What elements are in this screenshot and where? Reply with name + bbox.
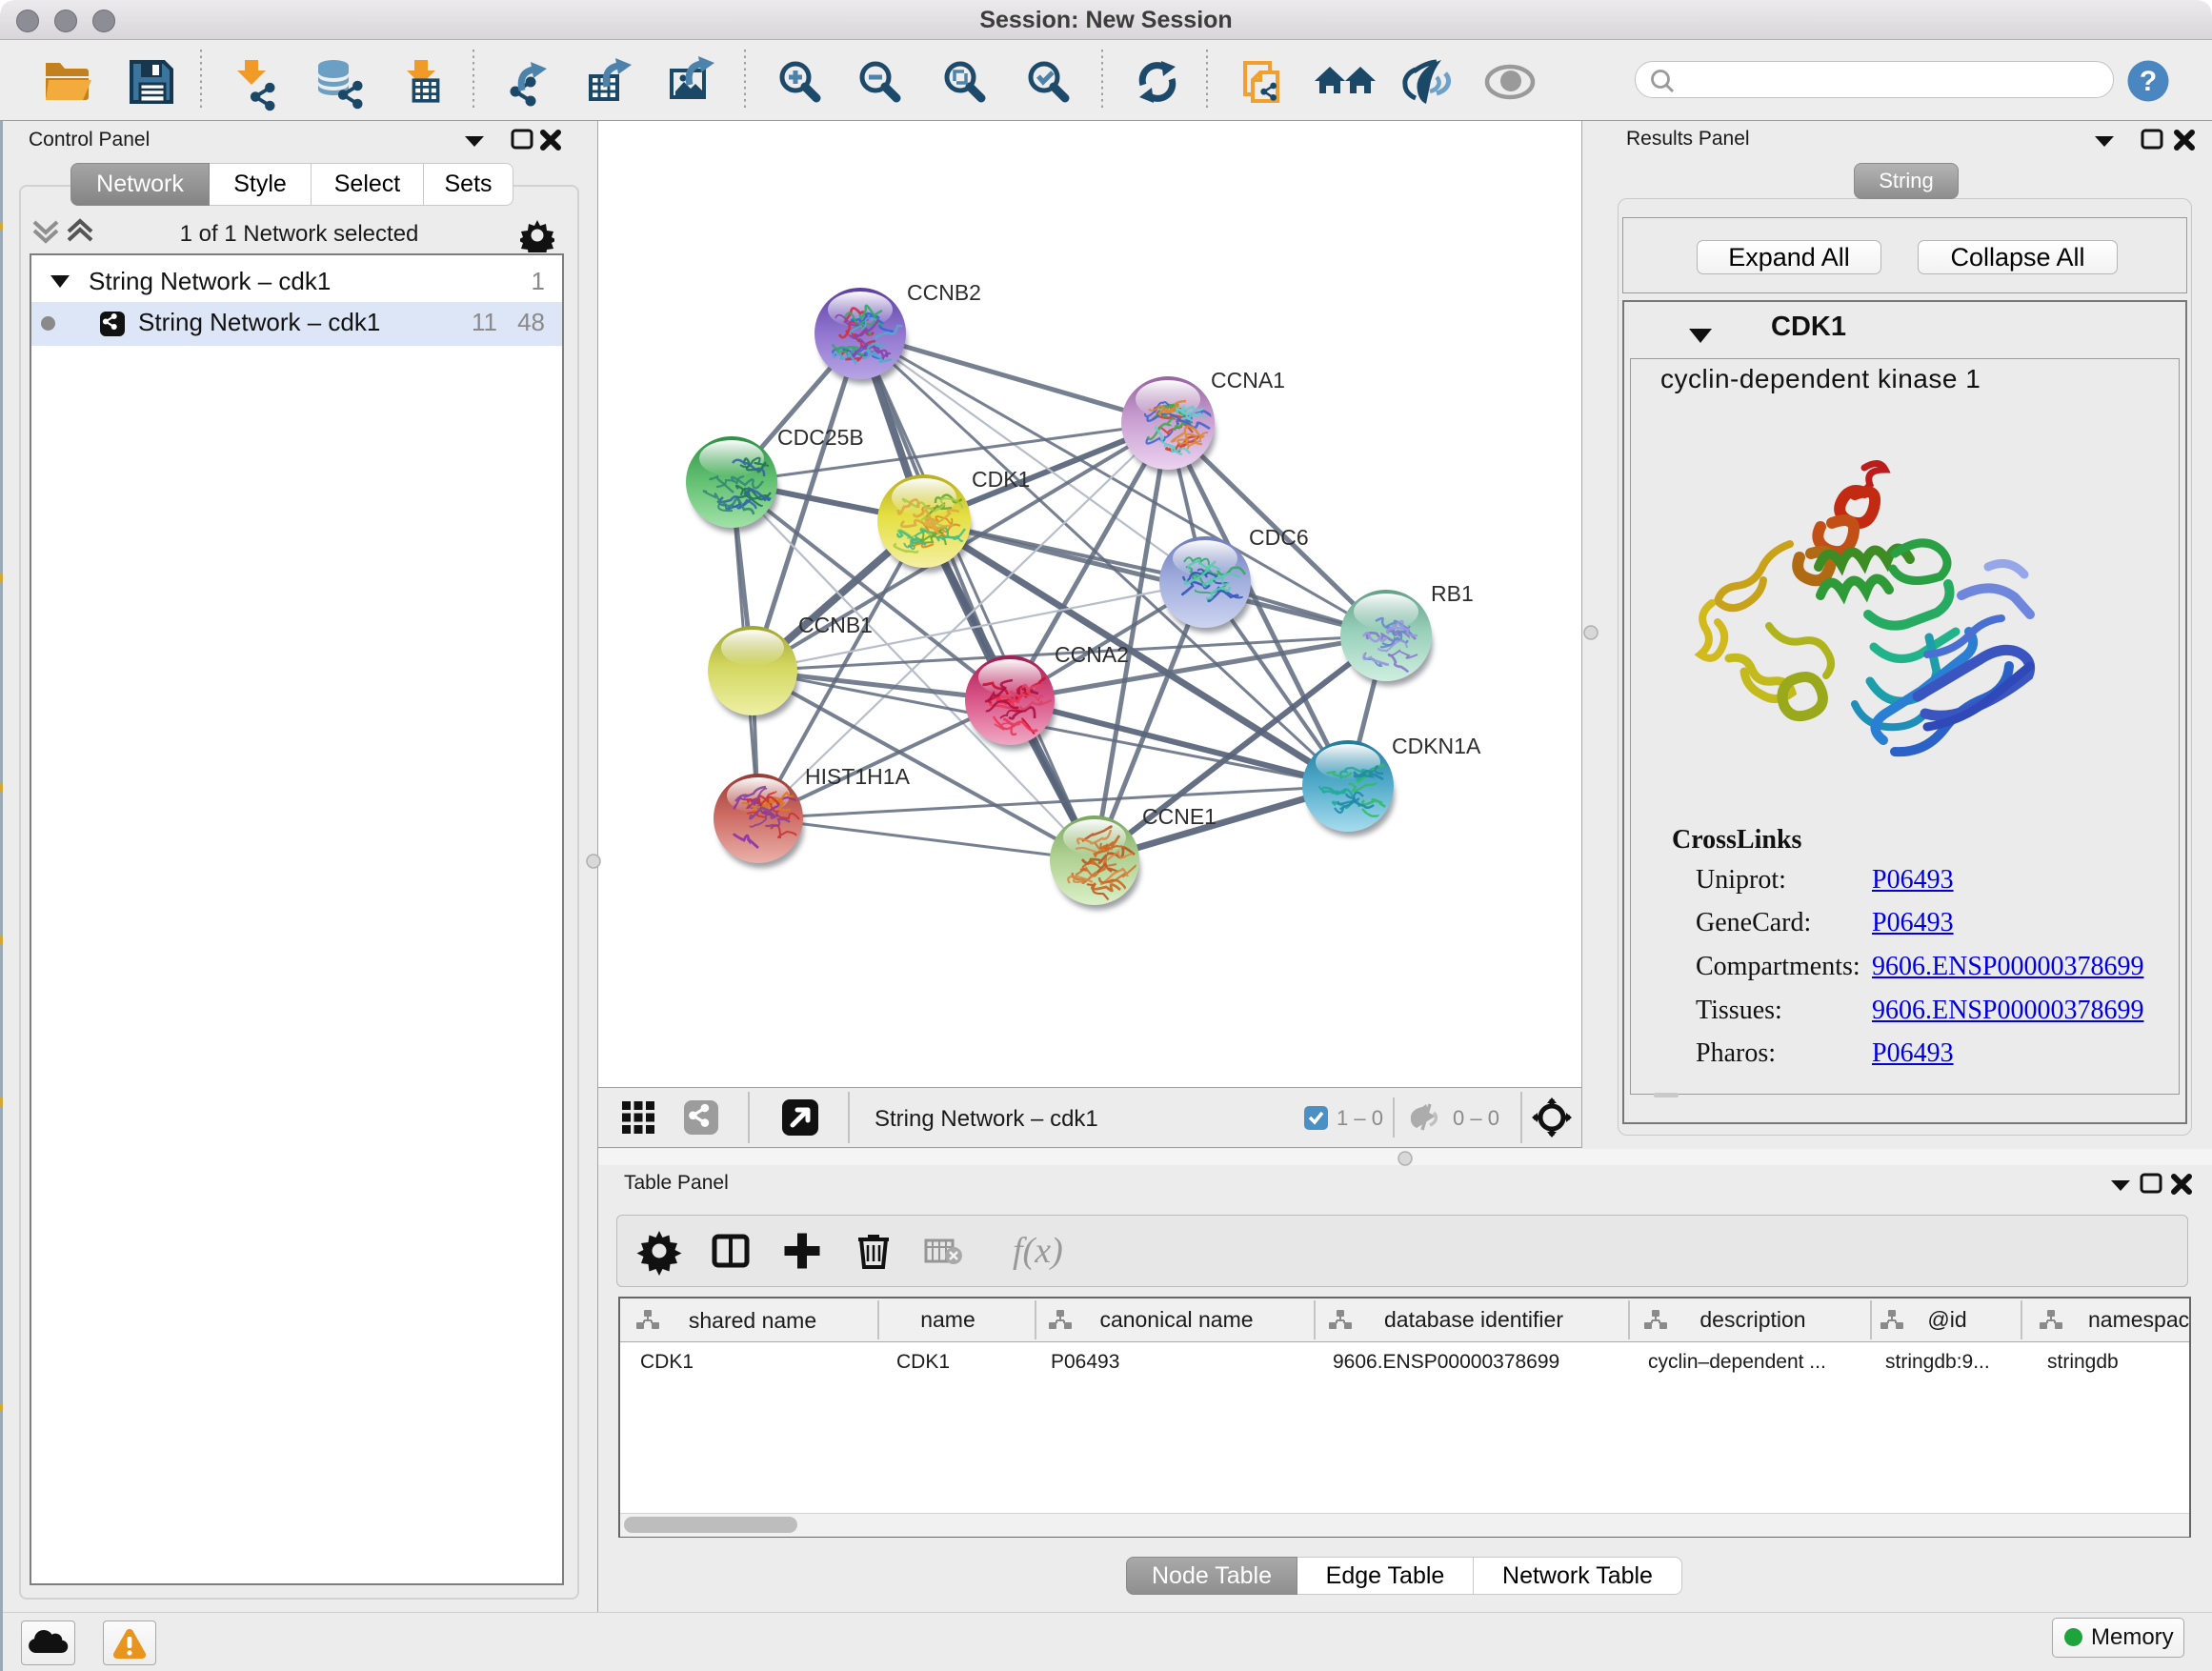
svg-text:CDKN1A: CDKN1A	[1392, 734, 1481, 758]
svg-text:0 – 0: 0 – 0	[1453, 1106, 1499, 1130]
svg-text:CCNA1: CCNA1	[1211, 368, 1285, 393]
svg-text:stringdb: stringdb	[2047, 1351, 2119, 1373]
svg-text:@id: @id	[1927, 1307, 1966, 1332]
svg-text:String Network – cdk1: String Network – cdk1	[875, 1106, 1098, 1132]
svg-text:shared name: shared name	[689, 1308, 816, 1333]
svg-text:canonical name: canonical name	[1099, 1307, 1253, 1332]
svg-text:CCNB1: CCNB1	[798, 613, 873, 637]
svg-text:name: name	[920, 1307, 975, 1332]
svg-text:CDK1: CDK1	[972, 467, 1030, 492]
svg-text:CCNA2: CCNA2	[1055, 642, 1129, 667]
svg-text:CCNE1: CCNE1	[1142, 804, 1217, 829]
svg-text:stringdb:9...: stringdb:9...	[1885, 1351, 1990, 1373]
svg-text:CDC25B: CDC25B	[777, 425, 864, 450]
svg-text:P06493: P06493	[1051, 1351, 1119, 1373]
svg-text:description: description	[1699, 1307, 1805, 1332]
svg-text:?: ?	[2140, 66, 2157, 97]
svg-text:RB1: RB1	[1431, 581, 1474, 606]
svg-text:CDC6: CDC6	[1249, 525, 1309, 550]
svg-text:cyclin–dependent ...: cyclin–dependent ...	[1648, 1351, 1826, 1373]
svg-text:CCNB2: CCNB2	[907, 280, 981, 305]
svg-text:HIST1H1A: HIST1H1A	[805, 764, 911, 789]
svg-text:f(x): f(x)	[1013, 1231, 1063, 1271]
svg-text:CDK1: CDK1	[896, 1351, 950, 1373]
svg-text:1 – 0: 1 – 0	[1337, 1106, 1383, 1130]
svg-text:CDK1: CDK1	[640, 1351, 694, 1373]
svg-text:database identifier: database identifier	[1384, 1307, 1563, 1332]
svg-text:9606.ENSP00000378699: 9606.ENSP00000378699	[1333, 1351, 1559, 1373]
svg-text:namespace: namespace	[2088, 1307, 2189, 1332]
